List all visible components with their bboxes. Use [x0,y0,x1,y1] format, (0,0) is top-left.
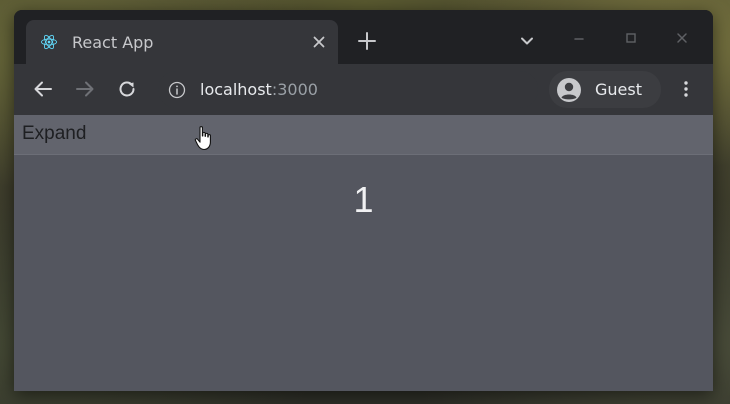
window-close-button[interactable] [670,26,694,50]
reload-button[interactable] [115,77,139,101]
back-button[interactable] [31,77,55,101]
close-icon [313,36,325,48]
window-maximize-button[interactable] [619,26,643,50]
chevron-down-icon [521,37,533,45]
info-icon[interactable] [168,81,186,99]
kebab-menu-icon [684,81,688,97]
page-content: Expand 1 [14,115,713,391]
url-port: :3000 [271,80,318,99]
counter-value: 1 [353,179,374,220]
tab-close-button[interactable] [308,31,330,53]
tab-title: React App [72,33,154,52]
plus-icon [358,32,376,50]
forward-button[interactable] [73,77,97,101]
url-text[interactable]: localhost:3000 [200,80,318,99]
profile-name: Guest [595,80,642,99]
tab-strip: React App [14,10,713,64]
account-circle-icon [557,78,581,102]
maximize-icon [626,33,636,43]
tab-react-app[interactable]: React App [26,20,338,64]
arrow-right-icon [76,81,94,97]
expand-button[interactable]: Expand [14,115,713,155]
address-bar[interactable]: localhost:3000 [158,71,538,108]
arrow-left-icon [34,81,52,97]
expand-button-label: Expand [22,123,87,144]
close-icon [677,33,687,43]
browser-menu-button[interactable] [674,77,698,101]
new-tab-button[interactable] [354,28,380,54]
url-host: localhost [200,80,272,99]
minimize-icon [574,38,584,40]
browser-toolbar: localhost:3000 Guest [14,64,713,115]
reload-icon [119,81,135,97]
tab-search-button[interactable] [516,30,538,52]
window-minimize-button[interactable] [567,26,591,50]
react-logo-icon [41,34,57,50]
profile-button[interactable]: Guest [549,71,661,108]
browser-window: React App localhost:3000 Guest Expand 1 [14,10,713,391]
